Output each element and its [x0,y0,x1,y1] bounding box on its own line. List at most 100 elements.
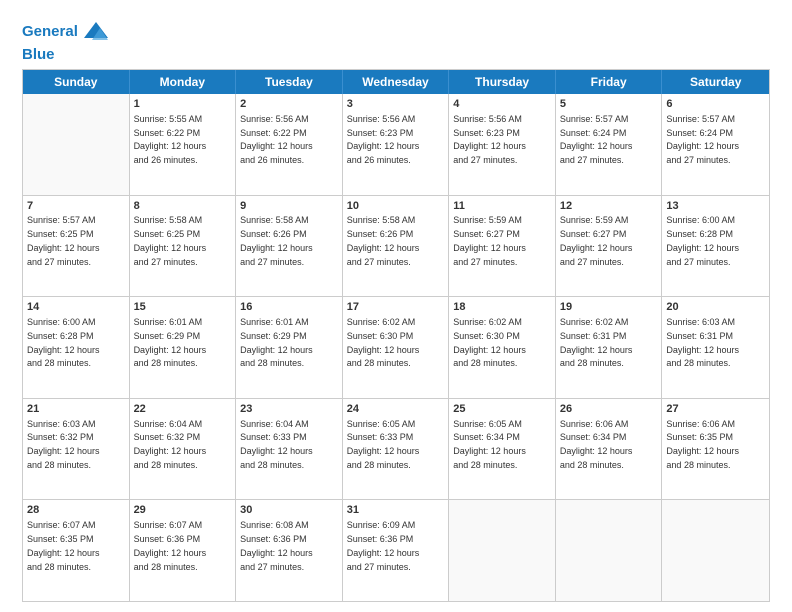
calendar-week-row: 14Sunrise: 6:00 AM Sunset: 6:28 PM Dayli… [23,296,769,398]
day-number: 11 [453,199,551,214]
calendar-cell: 2 Sunrise: 5:56 AM Sunset: 6:22 PM Daylig… [236,94,343,195]
day-number: 28 [27,503,125,518]
day-info: Sunrise: 6:04 AM Sunset: 6:32 PM Dayligh… [134,419,207,470]
day-number: 9 [240,199,338,214]
calendar-week-row: 21Sunrise: 6:03 AM Sunset: 6:32 PM Dayli… [23,398,769,500]
calendar-cell: 21Sunrise: 6:03 AM Sunset: 6:32 PM Dayli… [23,399,130,500]
calendar-cell: 20Sunrise: 6:03 AM Sunset: 6:31 PM Dayli… [662,297,769,398]
day-number: 6 [666,97,765,112]
calendar-week-row: 28 Sunrise: 6:07 AM Sunset: 6:35 PM Dayli… [23,499,769,601]
calendar-cell: 29Sunrise: 6:07 AM Sunset: 6:36 PM Dayli… [130,500,237,601]
day-info: Sunrise: 6:02 AM Sunset: 6:30 PM Dayligh… [453,317,526,368]
day-number: 2 [240,97,338,112]
day-info: Sunrise: 6:06 AM Sunset: 6:35 PM Dayligh… [666,419,739,470]
day-number: 1 [134,97,232,112]
day-info: Sunrise: 6:05 AM Sunset: 6:34 PM Dayligh… [453,419,526,470]
calendar-cell: 1 Sunrise: 5:55 AM Sunset: 6:22 PM Daylig… [130,94,237,195]
calendar: SundayMondayTuesdayWednesdayThursdayFrid… [22,69,770,602]
calendar-cell: 17Sunrise: 6:02 AM Sunset: 6:30 PM Dayli… [343,297,450,398]
calendar-cell: 10Sunrise: 5:58 AM Sunset: 6:26 PM Dayli… [343,196,450,297]
day-info: Sunrise: 5:59 AM Sunset: 6:27 PM Dayligh… [453,215,526,266]
day-number: 14 [27,300,125,315]
day-info: Sunrise: 5:57 AM Sunset: 6:24 PM Dayligh… [666,114,739,165]
day-info: Sunrise: 6:05 AM Sunset: 6:33 PM Dayligh… [347,419,420,470]
cal-header-day: Sunday [23,70,130,94]
calendar-cell: 15 Sunrise: 6:01 AM Sunset: 6:29 PM Dayli… [130,297,237,398]
calendar-cell: 28 Sunrise: 6:07 AM Sunset: 6:35 PM Dayli… [23,500,130,601]
day-number: 26 [560,402,658,417]
day-info: Sunrise: 5:56 AM Sunset: 6:23 PM Dayligh… [347,114,420,165]
day-info: Sunrise: 5:58 AM Sunset: 6:26 PM Dayligh… [240,215,313,266]
day-info: Sunrise: 5:58 AM Sunset: 6:26 PM Dayligh… [347,215,420,266]
day-info: Sunrise: 6:06 AM Sunset: 6:34 PM Dayligh… [560,419,633,470]
calendar-cell: 16 Sunrise: 6:01 AM Sunset: 6:29 PM Dayli… [236,297,343,398]
day-number: 13 [666,199,765,214]
day-number: 22 [134,402,232,417]
day-info: Sunrise: 6:09 AM Sunset: 6:36 PM Dayligh… [347,520,420,571]
day-number: 21 [27,402,125,417]
day-number: 5 [560,97,658,112]
day-number: 7 [27,199,125,214]
calendar-cell: 18 Sunrise: 6:02 AM Sunset: 6:30 PM Dayli… [449,297,556,398]
calendar-cell: 7Sunrise: 5:57 AM Sunset: 6:25 PM Daylig… [23,196,130,297]
day-info: Sunrise: 5:56 AM Sunset: 6:22 PM Dayligh… [240,114,313,165]
day-number: 27 [666,402,765,417]
calendar-cell: 19 Sunrise: 6:02 AM Sunset: 6:31 PM Dayli… [556,297,663,398]
day-info: Sunrise: 6:07 AM Sunset: 6:36 PM Dayligh… [134,520,207,571]
day-info: Sunrise: 6:00 AM Sunset: 6:28 PM Dayligh… [666,215,739,266]
day-info: Sunrise: 5:59 AM Sunset: 6:27 PM Dayligh… [560,215,633,266]
calendar-cell: 25 Sunrise: 6:05 AM Sunset: 6:34 PM Dayli… [449,399,556,500]
calendar-cell [662,500,769,601]
calendar-cell: 12Sunrise: 5:59 AM Sunset: 6:27 PM Dayli… [556,196,663,297]
logo-blue: Blue [22,46,55,63]
calendar-week-row: 7Sunrise: 5:57 AM Sunset: 6:25 PM Daylig… [23,195,769,297]
calendar-cell: 3Sunrise: 5:56 AM Sunset: 6:23 PM Daylig… [343,94,450,195]
day-info: Sunrise: 5:57 AM Sunset: 6:24 PM Dayligh… [560,114,633,165]
day-info: Sunrise: 6:07 AM Sunset: 6:35 PM Dayligh… [27,520,100,571]
day-number: 20 [666,300,765,315]
day-number: 25 [453,402,551,417]
calendar-cell: 26 Sunrise: 6:06 AM Sunset: 6:34 PM Dayli… [556,399,663,500]
day-number: 19 [560,300,658,315]
day-number: 10 [347,199,445,214]
calendar-cell: 22 Sunrise: 6:04 AM Sunset: 6:32 PM Dayli… [130,399,237,500]
cal-header-day: Tuesday [236,70,343,94]
cal-header-day: Monday [130,70,237,94]
calendar-cell: 27 Sunrise: 6:06 AM Sunset: 6:35 PM Dayli… [662,399,769,500]
calendar-cell: 8Sunrise: 5:58 AM Sunset: 6:25 PM Daylig… [130,196,237,297]
day-info: Sunrise: 6:01 AM Sunset: 6:29 PM Dayligh… [240,317,313,368]
calendar-cell: 9Sunrise: 5:58 AM Sunset: 6:26 PM Daylig… [236,196,343,297]
day-number: 30 [240,503,338,518]
calendar-body: 1 Sunrise: 5:55 AM Sunset: 6:22 PM Daylig… [23,94,769,601]
day-info: Sunrise: 5:55 AM Sunset: 6:22 PM Dayligh… [134,114,207,165]
day-info: Sunrise: 6:01 AM Sunset: 6:29 PM Dayligh… [134,317,207,368]
calendar-cell: 23Sunrise: 6:04 AM Sunset: 6:33 PM Dayli… [236,399,343,500]
cal-header-day: Thursday [449,70,556,94]
day-info: Sunrise: 6:02 AM Sunset: 6:30 PM Dayligh… [347,317,420,368]
cal-header-day: Friday [556,70,663,94]
day-number: 12 [560,199,658,214]
day-number: 31 [347,503,445,518]
day-info: Sunrise: 6:02 AM Sunset: 6:31 PM Dayligh… [560,317,633,368]
day-info: Sunrise: 5:56 AM Sunset: 6:23 PM Dayligh… [453,114,526,165]
day-info: Sunrise: 5:57 AM Sunset: 6:25 PM Dayligh… [27,215,100,266]
cal-header-day: Wednesday [343,70,450,94]
day-info: Sunrise: 5:58 AM Sunset: 6:25 PM Dayligh… [134,215,207,266]
calendar-cell: 24Sunrise: 6:05 AM Sunset: 6:33 PM Dayli… [343,399,450,500]
calendar-cell: 11Sunrise: 5:59 AM Sunset: 6:27 PM Dayli… [449,196,556,297]
calendar-cell [449,500,556,601]
day-number: 16 [240,300,338,315]
calendar-cell [23,94,130,195]
day-info: Sunrise: 6:08 AM Sunset: 6:36 PM Dayligh… [240,520,313,571]
calendar-cell: 5 Sunrise: 5:57 AM Sunset: 6:24 PM Daylig… [556,94,663,195]
logo: General Blue [22,18,110,63]
logo-icon [82,18,110,46]
day-number: 4 [453,97,551,112]
calendar-cell: 13Sunrise: 6:00 AM Sunset: 6:28 PM Dayli… [662,196,769,297]
day-number: 8 [134,199,232,214]
calendar-header: SundayMondayTuesdayWednesdayThursdayFrid… [23,70,769,94]
day-number: 23 [240,402,338,417]
day-number: 18 [453,300,551,315]
day-number: 15 [134,300,232,315]
calendar-week-row: 1 Sunrise: 5:55 AM Sunset: 6:22 PM Daylig… [23,94,769,195]
